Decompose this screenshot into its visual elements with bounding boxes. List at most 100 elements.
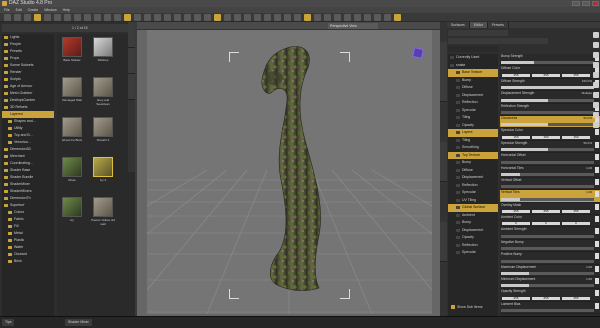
surface-checkbox-icon[interactable]: [456, 93, 460, 97]
vtab-content-library[interactable]: [128, 48, 135, 74]
color-channel-field[interactable]: 255: [532, 210, 560, 214]
toolbar-button[interactable]: [194, 14, 201, 21]
map-swatch[interactable]: [595, 203, 599, 210]
surface-tree-item[interactable]: Opacity: [448, 122, 498, 130]
surface-property[interactable]: Ambient Color 0 0 0: [500, 215, 600, 228]
vtab-shaping[interactable]: [440, 222, 447, 262]
surface-property[interactable]: Vertical Offset: [500, 178, 600, 191]
color-channel-field[interactable]: 255: [532, 296, 560, 300]
toolbar-button[interactable]: [64, 14, 71, 21]
property-slider[interactable]: [501, 123, 594, 127]
toolbar-button[interactable]: [384, 14, 391, 21]
color-channel-field[interactable]: 150: [502, 135, 530, 139]
view-selector[interactable]: Perspective View: [328, 23, 378, 29]
surface-checkbox-icon[interactable]: [456, 206, 460, 210]
library-tree-item[interactable]: Presets: [2, 48, 54, 55]
library-tree-item[interactable]: Utility: [2, 125, 54, 132]
surface-property[interactable]: Diffuse Color 255 255 255: [500, 66, 600, 79]
map-swatch[interactable]: [595, 228, 599, 235]
property-slider[interactable]: [501, 234, 594, 238]
surfaces-filter[interactable]: [448, 30, 508, 36]
shader-thumbnail[interactable]: [93, 77, 113, 97]
surface-tree-item[interactable]: Tiling: [448, 114, 498, 122]
surface-checkbox-icon[interactable]: [456, 108, 460, 112]
surface-property[interactable]: Opacity Strength 255 255 255: [500, 289, 600, 302]
color-channel-field[interactable]: 255: [562, 296, 590, 300]
property-slider[interactable]: [501, 172, 594, 176]
surface-checkbox-icon[interactable]: [456, 236, 460, 240]
camera-icon[interactable]: [593, 82, 599, 88]
surface-checkbox-icon[interactable]: [456, 161, 460, 165]
toolbar-button[interactable]: [254, 14, 261, 21]
surface-tree-item[interactable]: Global Surface: [448, 204, 498, 212]
surface-tree-item[interactable]: Reflection: [448, 99, 498, 107]
surface-tree-item[interactable]: Tiling: [448, 137, 498, 145]
library-tree-item[interactable]: Brick: [2, 258, 54, 265]
surface-checkbox-icon[interactable]: [456, 78, 460, 82]
library-tree-item[interactable]: Scene Subsets: [2, 62, 54, 69]
color-channel-field[interactable]: 150: [532, 135, 560, 139]
shader-thumbnail[interactable]: [62, 37, 82, 57]
surface-tree-item[interactable]: Top Texture: [448, 151, 498, 159]
library-tree-item[interactable]: Superturf: [2, 202, 54, 209]
library-tree-item[interactable]: Cloward: [2, 251, 54, 258]
toolbar-button[interactable]: [184, 14, 191, 21]
color-channel-field[interactable]: 0: [502, 222, 530, 226]
shader-thumbnail[interactable]: [62, 197, 82, 217]
surface-tree-item[interactable]: Specular: [448, 189, 498, 197]
show-sub-items-checkbox[interactable]: [451, 305, 455, 309]
surface-checkbox-icon[interactable]: [456, 221, 460, 225]
surface-tree-item[interactable]: Base Texture: [448, 69, 498, 77]
surface-checkbox-icon[interactable]: [456, 138, 460, 142]
toolbar-button[interactable]: [4, 14, 11, 21]
toolbar-button[interactable]: [364, 14, 371, 21]
library-tree-item[interactable]: DimensionTh: [2, 195, 54, 202]
view-cube-icon[interactable]: [412, 47, 424, 59]
property-slider[interactable]: [501, 86, 594, 90]
surface-property[interactable]: Glossiness 50.0%: [500, 115, 600, 129]
library-tree-item[interactable]: Age of Armour: [2, 83, 54, 90]
surface-tree-item[interactable]: Reflection: [448, 182, 498, 190]
library-tree-item[interactable]: Shapes and...: [2, 118, 54, 125]
vtab-render[interactable]: [128, 74, 135, 100]
library-tree-item[interactable]: Props: [2, 55, 54, 62]
surface-property[interactable]: Positive Bump: [500, 252, 600, 265]
bottom-tab[interactable]: Shader Mixer: [65, 319, 92, 326]
shader-thumbnail[interactable]: [62, 77, 82, 97]
map-swatch[interactable]: [595, 240, 599, 247]
library-tree-item[interactable]: ShaderMixers: [2, 188, 54, 195]
surface-icon[interactable]: [593, 112, 599, 118]
surface-property[interactable]: Horizontal Tiles 1.00: [500, 166, 600, 178]
surface-property[interactable]: Lambert Bias: [500, 302, 600, 315]
vtab-smart-content[interactable]: [128, 22, 135, 48]
toolbar-button[interactable]: [204, 14, 211, 21]
surface-checkbox-icon[interactable]: [456, 123, 460, 127]
library-tree-item[interactable]: Fabric: [2, 216, 54, 223]
close-button[interactable]: [592, 1, 599, 6]
library-tree-item[interactable]: Water: [2, 244, 54, 251]
surface-checkbox-icon[interactable]: [456, 228, 460, 232]
map-swatch[interactable]: [595, 191, 599, 198]
toolbar-button[interactable]: [84, 14, 91, 21]
map-swatch[interactable]: [595, 253, 599, 260]
vtab-parameters[interactable]: [440, 142, 447, 182]
surface-checkbox-icon[interactable]: [456, 191, 460, 195]
surface-property[interactable]: Horizontal Offset: [500, 153, 600, 166]
toolbar-button[interactable]: [14, 14, 21, 21]
surface-checkbox-icon[interactable]: [456, 146, 460, 150]
surface-property[interactable]: Reflection Strength: [500, 104, 600, 116]
surfaces-selector[interactable]: [448, 38, 548, 44]
shader-thumbnail[interactable]: [93, 117, 113, 137]
surface-tree-item[interactable]: UV Tiling: [448, 197, 498, 205]
library-tree-item[interactable]: Metal: [2, 230, 54, 237]
surface-tree-item[interactable]: Displacement: [448, 92, 498, 100]
property-slider[interactable]: [501, 98, 594, 102]
surface-tree-item[interactable]: Displacement: [448, 227, 498, 235]
light-icon[interactable]: [593, 92, 599, 98]
library-tree-item[interactable]: Shader Bundle: [2, 174, 54, 181]
library-tree-item[interactable]: Layered: [2, 111, 54, 118]
property-slider[interactable]: [501, 272, 594, 276]
surface-property[interactable]: Displacement Strength Multiple: [500, 91, 600, 104]
surface-property[interactable]: Vertical Tiles 1.00: [500, 190, 600, 203]
vtab-scene[interactable]: [440, 42, 447, 102]
